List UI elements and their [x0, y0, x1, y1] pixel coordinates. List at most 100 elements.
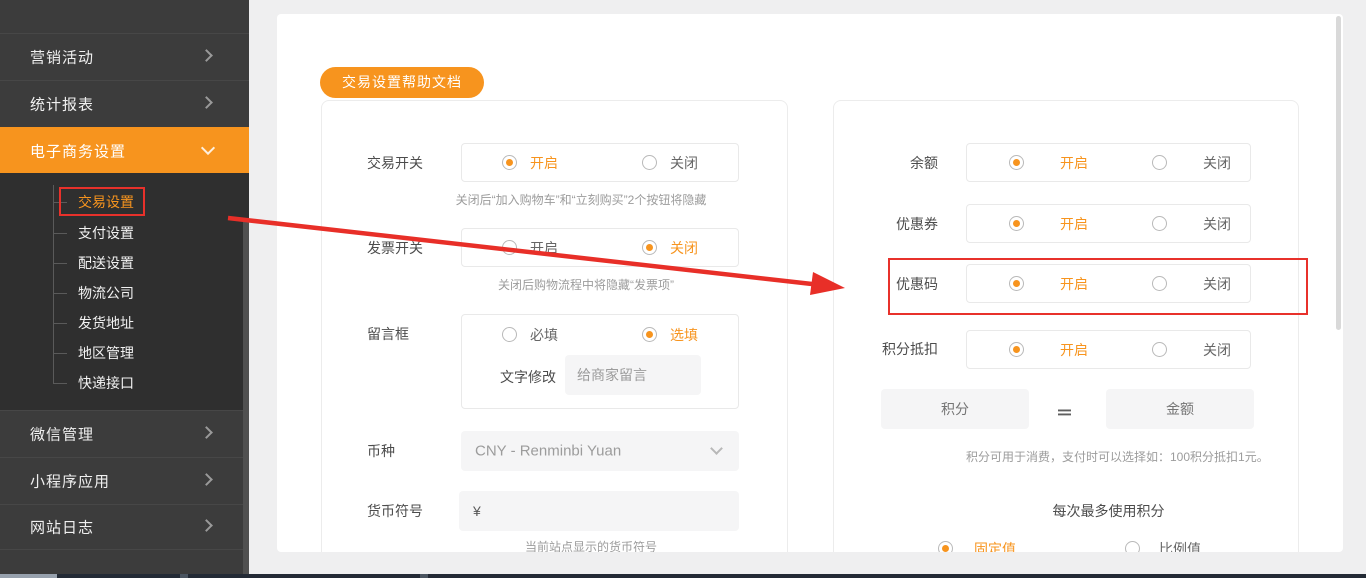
sidebar-subitem-logistics-company[interactable]: 物流公司: [0, 278, 249, 308]
currency-symbol-note: 当前站点显示的货币符号: [524, 540, 657, 552]
sidebar-item-miniprogram[interactable]: 小程序应用: [0, 457, 249, 504]
points-off-label[interactable]: 关闭: [1203, 340, 1231, 360]
panel-scrollbar[interactable]: [1336, 16, 1341, 330]
sidebar-item-site-logs[interactable]: 网站日志: [0, 504, 249, 550]
coupon-code-toggle: 开启 关闭: [966, 264, 1251, 303]
sidebar-subitem-label: 快递接口: [78, 375, 134, 391]
message-required-radio[interactable]: [502, 327, 517, 342]
chevron-right-icon: [200, 96, 213, 109]
invoice-switch-note: 关闭后购物流程中将隐藏“发票项”: [498, 278, 674, 292]
max-points-heading: 每次最多使用积分: [1052, 503, 1165, 519]
trade-switch-label: 交易开关: [367, 155, 423, 171]
sidebar-item-label: 网站日志: [30, 519, 95, 537]
points-on-label[interactable]: 开启: [1060, 340, 1088, 360]
taskbar-segment: [420, 574, 428, 578]
sidebar-subitem-label: 发货地址: [78, 315, 134, 331]
invoice-switch-on-radio[interactable]: [502, 239, 517, 255]
fixed-value-radio[interactable]: [938, 541, 953, 552]
coupon-code-label: 优惠码: [896, 276, 938, 292]
coupon-code-on-radio[interactable]: [1009, 275, 1024, 291]
message-box-group: 必填 选填 文字修改: [461, 314, 739, 409]
invoice-switch-off-label[interactable]: 关闭: [670, 238, 698, 258]
message-box-label: 留言框: [367, 326, 409, 342]
ratio-value-radio[interactable]: [1125, 541, 1140, 552]
sidebar-subitem-shipping-address[interactable]: 发货地址: [0, 308, 249, 338]
amount-input[interactable]: [1106, 389, 1254, 429]
sidebar-item-label: 电子商务设置: [30, 143, 127, 160]
message-box-radio-row: 必填 选填: [462, 315, 738, 355]
chevron-right-icon: [200, 426, 213, 439]
trade-switch-on-radio[interactable]: [502, 154, 517, 170]
balance-toggle: 开启 关闭: [966, 143, 1251, 182]
coupon-toggle: 开启 关闭: [966, 204, 1251, 243]
chevron-down-icon: [710, 442, 723, 455]
balance-on-radio[interactable]: [1009, 154, 1024, 170]
invoice-switch-on-label[interactable]: 开启: [530, 238, 558, 258]
balance-off-radio[interactable]: [1152, 154, 1167, 170]
tree-tick: [53, 323, 67, 324]
coupon-code-on-label[interactable]: 开启: [1060, 274, 1088, 294]
coupon-on-label[interactable]: 开启: [1060, 214, 1088, 234]
points-deduction-label: 积分抵扣: [882, 341, 938, 357]
sidebar-subitem-express-interface[interactable]: 快递接口: [0, 368, 249, 398]
points-input[interactable]: [881, 389, 1029, 429]
trade-switch-toggle: 开启 关闭: [461, 143, 739, 182]
message-required-label[interactable]: 必填: [530, 325, 558, 345]
ratio-value-label[interactable]: 比例值: [1159, 539, 1201, 552]
settings-panel: 交易设置帮助文档 交易开关 开启 关闭 关闭后“加入购物车”和“立刻购买”2个按…: [277, 14, 1343, 552]
balance-off-label[interactable]: 关闭: [1203, 153, 1231, 173]
points-note: 积分可用于消费，支付时可以选择如：100积分抵扣1元。: [966, 450, 1269, 464]
sidebar-item-reports[interactable]: 统计报表: [0, 80, 249, 127]
message-text-input[interactable]: [565, 355, 701, 395]
sidebar-subitem-payment-settings[interactable]: 支付设置: [0, 218, 249, 248]
coupon-label: 优惠券: [896, 216, 938, 232]
page: 营销活动 统计报表 电子商务设置 交易设置 支付设置 配送设置 物流公司 发货地…: [0, 0, 1366, 578]
trade-settings-card: 交易开关 开启 关闭 关闭后“加入购物车”和“立刻购买”2个按钮将隐藏 发票开关…: [321, 100, 788, 552]
currency-select-value: CNY - Renminbi Yuan: [475, 442, 622, 460]
points-deduction-toggle: 开启 关闭: [966, 330, 1251, 369]
sidebar-subitem-label: 物流公司: [78, 285, 134, 301]
trade-switch-on-label[interactable]: 开启: [530, 153, 558, 173]
taskbar-segment: [0, 574, 57, 578]
message-optional-radio[interactable]: [642, 327, 657, 342]
tree-tick: [53, 293, 67, 294]
discount-settings-card: 余额 开启 关闭 优惠券 开启 关闭 优惠码 开启 关闭 积分抵扣 开启 关闭 …: [833, 100, 1308, 552]
coupon-off-radio[interactable]: [1152, 215, 1167, 231]
sidebar-item-label: 营销活动: [30, 49, 95, 67]
coupon-on-radio[interactable]: [1009, 215, 1024, 231]
sidebar-item-label: 微信管理: [30, 426, 95, 444]
points-off-radio[interactable]: [1152, 341, 1167, 357]
trade-switch-off-label[interactable]: 关闭: [670, 153, 698, 173]
currency-symbol-input[interactable]: [459, 491, 739, 531]
balance-on-label[interactable]: 开启: [1060, 153, 1088, 173]
sidebar-subitem-region-management[interactable]: 地区管理: [0, 338, 249, 368]
help-doc-button[interactable]: 交易设置帮助文档: [320, 67, 484, 98]
sidebar-item-label: 统计报表: [30, 96, 95, 114]
coupon-off-label[interactable]: 关闭: [1203, 214, 1231, 234]
sidebar-submenu: 交易设置 支付设置 配送设置 物流公司 发货地址 地区管理 快递接口: [0, 173, 249, 410]
equals-sign: ＝: [1056, 404, 1073, 423]
invoice-switch-off-radio[interactable]: [642, 239, 657, 255]
sidebar-item-ecommerce-settings[interactable]: 电子商务设置: [0, 127, 249, 173]
sidebar-subitem-label: 地区管理: [78, 345, 134, 361]
taskbar-segment: [180, 574, 188, 578]
sidebar-item-wechat[interactable]: 微信管理: [0, 410, 249, 457]
balance-label: 余额: [910, 155, 938, 171]
tree-tick: [53, 263, 67, 264]
invoice-switch-toggle: 开启 关闭: [461, 228, 739, 267]
points-on-radio[interactable]: [1009, 341, 1024, 357]
currency-label: 币种: [367, 443, 395, 459]
coupon-code-off-radio[interactable]: [1152, 275, 1167, 291]
tree-tick: [53, 233, 67, 234]
coupon-code-off-label[interactable]: 关闭: [1203, 274, 1231, 294]
sidebar-item-marketing[interactable]: 营销活动: [0, 33, 249, 80]
message-optional-label[interactable]: 选填: [670, 325, 698, 345]
sidebar-subitem-delivery-settings[interactable]: 配送设置: [0, 248, 249, 278]
trade-switch-off-radio[interactable]: [642, 154, 657, 170]
tree-tick: [53, 383, 67, 384]
invoice-switch-label: 发票开关: [367, 240, 423, 256]
currency-select[interactable]: CNY - Renminbi Yuan: [461, 431, 739, 471]
trade-switch-note: 关闭后“加入购物车”和“立刻购买”2个按钮将隐藏: [455, 193, 707, 207]
sidebar-item-label: 小程序应用: [30, 473, 111, 491]
fixed-value-label[interactable]: 固定值: [974, 539, 1016, 552]
